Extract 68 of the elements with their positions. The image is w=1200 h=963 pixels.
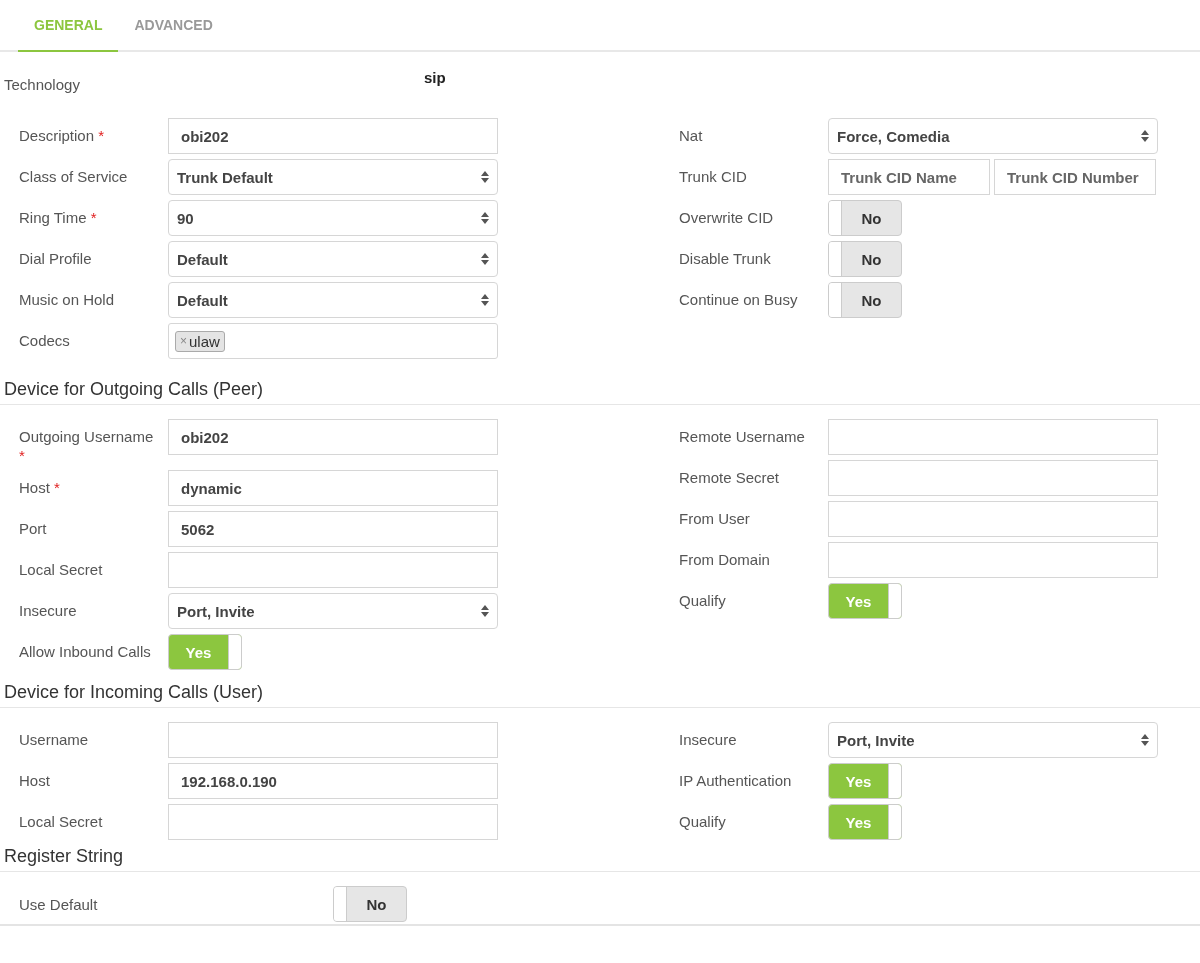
field-label: Allow Inbound Calls — [19, 642, 152, 661]
select-field[interactable]: Default — [168, 241, 498, 277]
field-label: Nat — [679, 126, 704, 145]
text-field[interactable]: Trunk CID Number — [994, 159, 1156, 195]
text-field[interactable] — [828, 419, 1158, 455]
field-label: Class of Service — [19, 167, 129, 186]
section-heading: Device for Outgoing Calls (Peer) — [0, 379, 1200, 405]
section-heading: Device for Incoming Calls (User) — [0, 682, 1200, 708]
toggle-switch[interactable]: No — [333, 886, 407, 922]
field-label: Remote Username — [679, 427, 806, 446]
field-label: Use Default — [19, 894, 99, 914]
text-field[interactable] — [828, 501, 1158, 537]
select-field[interactable]: Default — [168, 282, 498, 318]
field-label: Description * — [19, 126, 106, 145]
text-field[interactable]: obi202 — [168, 118, 498, 154]
field-label: Username — [19, 730, 90, 749]
text-field[interactable]: Trunk CID Name — [828, 159, 990, 195]
toggle-switch[interactable]: No — [828, 241, 902, 277]
field-label: Overwrite CID — [679, 208, 775, 227]
field-label: Remote Secret — [679, 468, 781, 487]
select-field[interactable]: Force, Comedia — [828, 118, 1158, 154]
toggle-switch[interactable]: No — [828, 200, 902, 236]
field-label: Ring Time * — [19, 208, 98, 227]
dropdown-arrows-icon — [1141, 734, 1149, 746]
technology-value: sip — [424, 69, 446, 88]
field-label: From User — [679, 509, 751, 528]
field-label: Host — [19, 771, 51, 790]
codecs-field[interactable]: ×ulaw — [168, 323, 498, 359]
dropdown-arrows-icon — [481, 253, 489, 265]
field-label: Trunk CID — [679, 167, 748, 186]
text-field[interactable] — [168, 722, 498, 758]
field-label: IP Authentication — [679, 771, 793, 790]
codec-tag[interactable]: ×ulaw — [175, 330, 225, 352]
select-field[interactable]: Port, Invite — [828, 722, 1158, 758]
toggle-switch[interactable]: No — [828, 282, 902, 318]
section-heading: Register String — [0, 846, 1200, 872]
dropdown-arrows-icon — [1141, 130, 1149, 142]
select-field[interactable]: Trunk Default — [168, 159, 498, 195]
field-label: Host * — [19, 478, 61, 497]
text-field[interactable] — [168, 552, 498, 588]
field-label: Technology — [4, 76, 81, 95]
text-field[interactable]: 192.168.0.190 — [168, 763, 498, 799]
field-label: Local Secret — [19, 560, 104, 579]
field-label: Continue on Busy — [679, 290, 799, 309]
dropdown-arrows-icon — [481, 605, 489, 617]
dropdown-arrows-icon — [481, 171, 489, 183]
dropdown-arrows-icon — [481, 212, 489, 224]
text-field[interactable]: dynamic — [168, 470, 498, 506]
field-label: Dial Profile — [19, 249, 93, 268]
text-field[interactable] — [828, 542, 1158, 578]
field-label: Port — [19, 519, 48, 538]
field-label: Qualify — [679, 591, 727, 610]
field-label: Codecs — [19, 331, 71, 350]
text-field[interactable]: obi202 — [168, 419, 498, 455]
field-label: Qualify — [679, 812, 727, 831]
text-field[interactable] — [828, 460, 1158, 496]
select-field[interactable]: 90 — [168, 200, 498, 236]
field-label: Local Secret — [19, 812, 104, 831]
field-label: Insecure — [19, 601, 78, 620]
text-field[interactable] — [168, 804, 498, 840]
select-field[interactable]: Port, Invite — [168, 593, 498, 629]
field-label: Disable Trunk — [679, 249, 772, 268]
field-label: Outgoing Username * — [19, 427, 155, 465]
field-label: From Domain — [679, 550, 771, 569]
dropdown-arrows-icon — [481, 294, 489, 306]
field-label: Music on Hold — [19, 290, 116, 309]
text-field[interactable]: 5062 — [168, 511, 498, 547]
field-label: Insecure — [679, 730, 738, 749]
